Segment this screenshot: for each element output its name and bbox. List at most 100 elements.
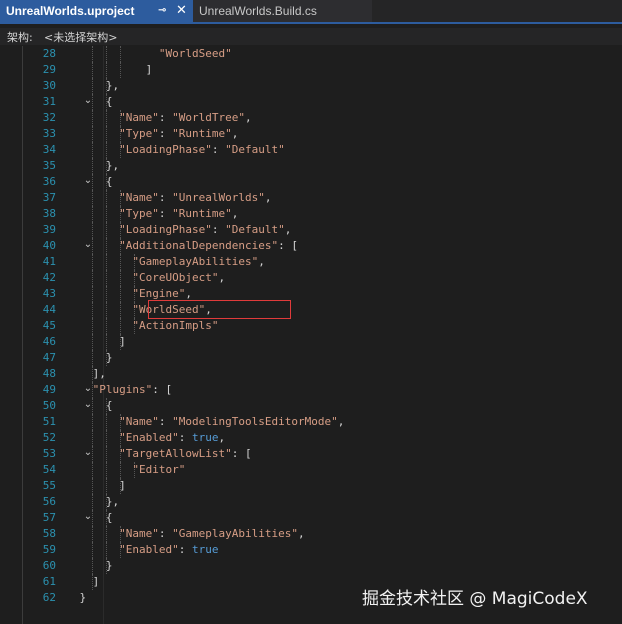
- code-text[interactable]: "LoadingPhase": "Default",: [119, 223, 291, 236]
- code-text[interactable]: "Type": "Runtime",: [119, 207, 238, 220]
- code-text[interactable]: "Type": "Runtime",: [119, 127, 238, 140]
- punctuation-token: }: [105, 351, 113, 364]
- code-text[interactable]: {: [106, 175, 113, 188]
- indent-guide: [92, 478, 94, 494]
- line-number: 55: [42, 479, 56, 492]
- indent-guide: [106, 430, 108, 446]
- code-text[interactable]: "CoreUObject",: [132, 271, 225, 284]
- indent-guide: [106, 254, 108, 270]
- string-token: "Name": [119, 527, 159, 540]
- code-line: 45 "ActionImpls": [0, 318, 622, 334]
- close-icon[interactable]: ✕: [176, 3, 187, 18]
- code-text[interactable]: }: [106, 559, 113, 572]
- punctuation-token: ,: [231, 127, 239, 140]
- indent-guide: [92, 222, 94, 238]
- code-text[interactable]: "WorldSeed": [159, 47, 232, 60]
- code-text[interactable]: "LoadingPhase": "Default": [119, 143, 285, 156]
- line-number: 60: [42, 559, 56, 572]
- code-line: 39 "LoadingPhase": "Default",: [0, 222, 622, 238]
- code-text[interactable]: "Plugins": [: [93, 383, 172, 396]
- code-line: 58 "Name": "GameplayAbilities",: [0, 526, 622, 542]
- code-text[interactable]: },: [106, 495, 119, 508]
- indent-guide: [106, 142, 108, 158]
- code-line: 56},: [0, 494, 622, 510]
- code-text[interactable]: ]: [119, 479, 126, 492]
- indent-guide: [92, 542, 94, 558]
- line-number: 40: [42, 239, 56, 252]
- code-text[interactable]: ],: [93, 367, 106, 380]
- punctuation-token: ,: [284, 223, 292, 236]
- code-line: 42 "CoreUObject",: [0, 270, 622, 286]
- code-text[interactable]: ]: [93, 575, 100, 588]
- code-text[interactable]: {: [106, 511, 113, 524]
- indent-guide: [106, 334, 108, 350]
- code-text[interactable]: "Name": "ModelingToolsEditorMode",: [119, 415, 344, 428]
- indent-guide: [106, 46, 108, 62]
- indent-guide: [92, 254, 94, 270]
- document-tab-bar: UnrealWorlds.uproject ⊸ ✕ UnrealWorlds.B…: [0, 0, 622, 24]
- punctuation-token: :: [158, 415, 173, 428]
- code-text[interactable]: "GameplayAbilities",: [132, 255, 264, 268]
- punctuation-token: ]: [119, 479, 126, 492]
- code-text[interactable]: }: [79, 591, 86, 604]
- code-text[interactable]: "Editor": [132, 463, 185, 476]
- code-line: 33 "Type": "Runtime",: [0, 126, 622, 142]
- indent-guide: [92, 110, 94, 126]
- code-text[interactable]: },: [106, 159, 119, 172]
- code-line: 28 "WorldSeed": [0, 46, 622, 62]
- string-token: "Runtime": [172, 127, 232, 140]
- code-text[interactable]: "ActionImpls": [132, 319, 218, 332]
- indent-guide: [92, 462, 94, 478]
- line-number: 56: [42, 495, 56, 508]
- code-line: 54 "Editor": [0, 462, 622, 478]
- string-token: "Editor": [132, 463, 186, 476]
- code-line: 55]: [0, 478, 622, 494]
- indent-guide: [92, 302, 94, 318]
- punctuation-token: }: [105, 559, 113, 572]
- indent-guide: [92, 494, 94, 510]
- punctuation-token: ]: [92, 575, 100, 588]
- indent-guide: [106, 270, 108, 286]
- architecture-dropdown[interactable]: <未选择架构>: [44, 29, 117, 45]
- code-text[interactable]: },: [106, 79, 119, 92]
- code-text[interactable]: ]: [146, 63, 153, 76]
- code-line: 48],: [0, 366, 622, 382]
- code-text[interactable]: ]: [119, 335, 126, 348]
- code-text[interactable]: }: [106, 351, 113, 364]
- punctuation-token: ,: [218, 431, 226, 444]
- indent-guide: [92, 142, 94, 158]
- code-text[interactable]: {: [106, 399, 113, 412]
- punctuation-token: :: [178, 431, 193, 444]
- indent-guide: [92, 206, 94, 222]
- tab-title: UnrealWorlds.Build.cs: [199, 4, 317, 18]
- code-text[interactable]: "AdditionalDependencies": [: [119, 239, 298, 252]
- string-token: "Engine": [132, 287, 186, 300]
- code-editor[interactable]: 28 "WorldSeed" 29] 30}, 31 ⌄{32 "Name": "World…: [0, 46, 622, 624]
- tab-uproject[interactable]: UnrealWorlds.uproject ⊸ ✕: [0, 0, 194, 22]
- code-text[interactable]: "Enabled": true,: [119, 431, 225, 444]
- punctuation-token: }: [79, 591, 87, 604]
- line-number: 39: [42, 223, 56, 236]
- line-number: 29: [42, 63, 56, 76]
- punctuation-token: :: [211, 223, 226, 236]
- code-text[interactable]: "Enabled": true: [119, 543, 218, 556]
- code-text[interactable]: "Name": "UnrealWorlds",: [119, 191, 271, 204]
- pin-icon[interactable]: ⊸: [158, 5, 166, 16]
- code-text[interactable]: "Name": "GameplayAbilities",: [119, 527, 304, 540]
- punctuation-token: ,: [337, 415, 345, 428]
- tab-build-cs[interactable]: UnrealWorlds.Build.cs: [193, 0, 372, 22]
- code-text[interactable]: "Engine",: [132, 287, 192, 300]
- punctuation-token: : [: [231, 447, 252, 460]
- code-line: 29]: [0, 62, 622, 78]
- code-text[interactable]: "Name": "WorldTree",: [119, 111, 251, 124]
- code-text[interactable]: "TargetAllowList": [: [119, 447, 251, 460]
- string-token: "GameplayAbilities": [172, 527, 298, 540]
- indent-guide: [92, 126, 94, 142]
- code-text[interactable]: {: [106, 95, 113, 108]
- punctuation-token: {: [105, 95, 113, 108]
- indent-guide: [92, 398, 94, 414]
- code-line: 52 "Enabled": true,: [0, 430, 622, 446]
- keyword-token: true: [192, 431, 219, 444]
- line-number: 59: [42, 543, 56, 556]
- line-number: 48: [42, 367, 56, 380]
